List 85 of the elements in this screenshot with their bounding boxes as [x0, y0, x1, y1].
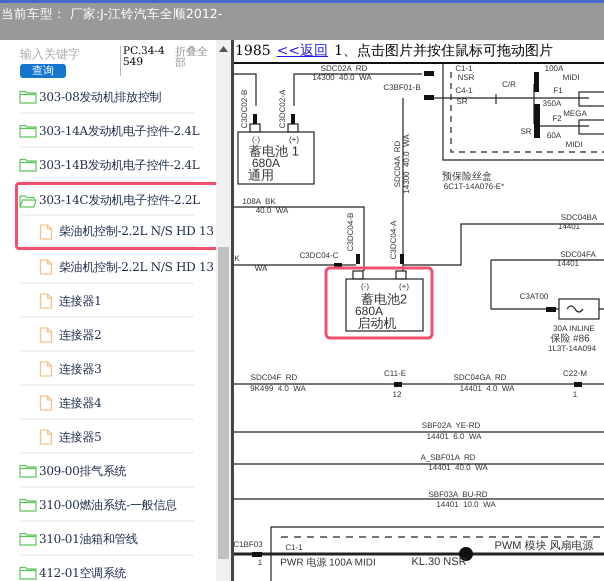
diagram-label: SDC02A RD	[320, 64, 368, 74]
diagram-label: 14300 40.0 WA	[402, 134, 412, 194]
diagram-label: WA	[254, 264, 268, 274]
diagram-label: 14401	[558, 222, 580, 232]
diagram-label: F1	[553, 86, 563, 96]
diagram-label: 100A	[544, 64, 564, 74]
diagram-label: C1-1	[455, 64, 473, 74]
diagram-label: 30A INLINE	[553, 324, 595, 334]
search-field[interactable]: 输入关键字	[20, 46, 116, 62]
diagram-label: SR	[456, 97, 468, 106]
diagram-label: C3DC02-B	[240, 90, 250, 128]
back-link[interactable]: <<返回	[276, 42, 328, 60]
diagram-label: C3AT00	[520, 292, 548, 302]
tree-item[interactable]: 连接器1	[15, 284, 216, 318]
diagram-label: 9K499 4.0 WA	[250, 384, 306, 394]
diagram-label: 14401 6.0 WA	[426, 432, 482, 442]
diagram-label: C1BF03	[234, 540, 263, 550]
diagram-label: SBF03A BU-RD	[428, 490, 488, 500]
diagram-label: 蓄电池2	[360, 291, 408, 306]
diagram-label: 14401 40.0 WA	[428, 463, 488, 472]
diagram-label: SBF02A YE-RD	[422, 421, 480, 430]
diagram-label: (+)	[289, 135, 299, 144]
diagram-label: 预保险丝盒	[442, 172, 492, 183]
diagram-label: 1	[258, 558, 262, 568]
diagram-label: 60A	[546, 131, 562, 140]
diagram-label: 1L3T-14A094	[548, 344, 596, 354]
diagram-label: 14401 10.0 WA	[436, 500, 496, 510]
diagram-label: 12	[392, 390, 402, 400]
diagram-label: PWM 模块 风扇电源	[494, 540, 594, 552]
tree-item[interactable]: 连接器5	[15, 420, 216, 454]
diagram-label: SDC04F RD	[250, 373, 298, 382]
tree-item[interactable]: 连接器3	[15, 352, 216, 386]
diagram-label: K	[234, 254, 240, 264]
diagram-label: F2	[552, 114, 562, 124]
diagram-label: KL.30 NSR	[411, 556, 467, 568]
diagram-label: C3BF01-B	[383, 83, 421, 92]
diagram-label: 启动机	[358, 315, 396, 330]
diagram-label: C4-1	[455, 86, 473, 96]
diagram-label: (-)	[361, 282, 369, 292]
tree-item[interactable]: 303-14A发动机电子控件-2.4L	[15, 114, 216, 148]
year-text: 1985	[235, 43, 271, 59]
tree-item[interactable]: 309-00排气系统	[15, 454, 216, 488]
diagram-label: MIDI	[566, 140, 582, 150]
model-code: PC.34-4549	[120, 46, 167, 76]
tree-item[interactable]: 连接器4	[15, 386, 216, 420]
diagram-label: SDC04A RD	[393, 140, 402, 188]
diagram-label: C3DC04-C	[299, 251, 339, 260]
diagram-label: C11-E	[384, 369, 406, 378]
diagram-label: C/R	[502, 80, 516, 90]
diagram-label: MEGA	[563, 109, 587, 118]
diagram-label: C3DC02-A	[278, 90, 288, 128]
diagram-label: (-)	[252, 135, 260, 144]
tree-item[interactable]: 柴油机控制-2.2L N/S HD 13	[15, 250, 216, 284]
diagram-label: MIDI	[562, 73, 580, 82]
diagram-label: 保险 #86	[550, 334, 590, 345]
tree-item[interactable]: 310-01油箱和管线	[15, 522, 216, 556]
diagram-label: A_SBF01A RD	[420, 453, 476, 462]
diagram-label: 通用	[248, 167, 274, 182]
diagram-label: (+)	[399, 282, 409, 292]
diagram-label: 14401	[556, 259, 580, 268]
diagram-label: C3DC04-A	[389, 220, 398, 260]
window-title: 当前车型： 厂家:J-江铃汽车全顺2012-	[1, 6, 222, 21]
tree-item[interactable]: 310-00燃油系统-一般信息	[15, 488, 216, 522]
diagram-label: 350A	[542, 99, 562, 108]
query-button[interactable]: 查询	[20, 64, 66, 78]
diagram-label: 108A BK	[242, 197, 276, 206]
instruction-text: 1、点击图片并按住鼠标可拖动图片	[334, 42, 554, 60]
tree-item[interactable]: 303-14B发动机电子控件-2.4L	[15, 148, 216, 182]
diagram-label: SDC04GA RD	[454, 373, 506, 382]
diagram-label: SDC04FA	[560, 250, 596, 260]
diagram-label: 14401 4.0 WA	[460, 384, 514, 394]
diagram-label: C3DC04-B	[346, 212, 356, 252]
diagram-label: 40.0 WA	[256, 206, 288, 216]
diagram-label: 1	[572, 390, 578, 400]
diagram-label: 6C1T-14A076-E*	[444, 182, 504, 192]
diagram-label: 蓄电池 1	[249, 143, 299, 158]
diagram-label: SDC04BA	[560, 213, 598, 222]
diagram-label: 14300 40.0 WA	[312, 73, 372, 82]
diagram-label: PWR 电源 100A MIDI	[280, 558, 376, 569]
diagram-label: NSR	[458, 73, 474, 82]
diagram-label: C22-M	[563, 369, 587, 378]
diagram-label: C1-1	[285, 543, 303, 552]
diagram-label: SR	[520, 127, 532, 136]
tree-item[interactable]: 303-08发动机排放控制	[15, 80, 216, 114]
tree-item[interactable]: 连接器2	[15, 318, 216, 352]
